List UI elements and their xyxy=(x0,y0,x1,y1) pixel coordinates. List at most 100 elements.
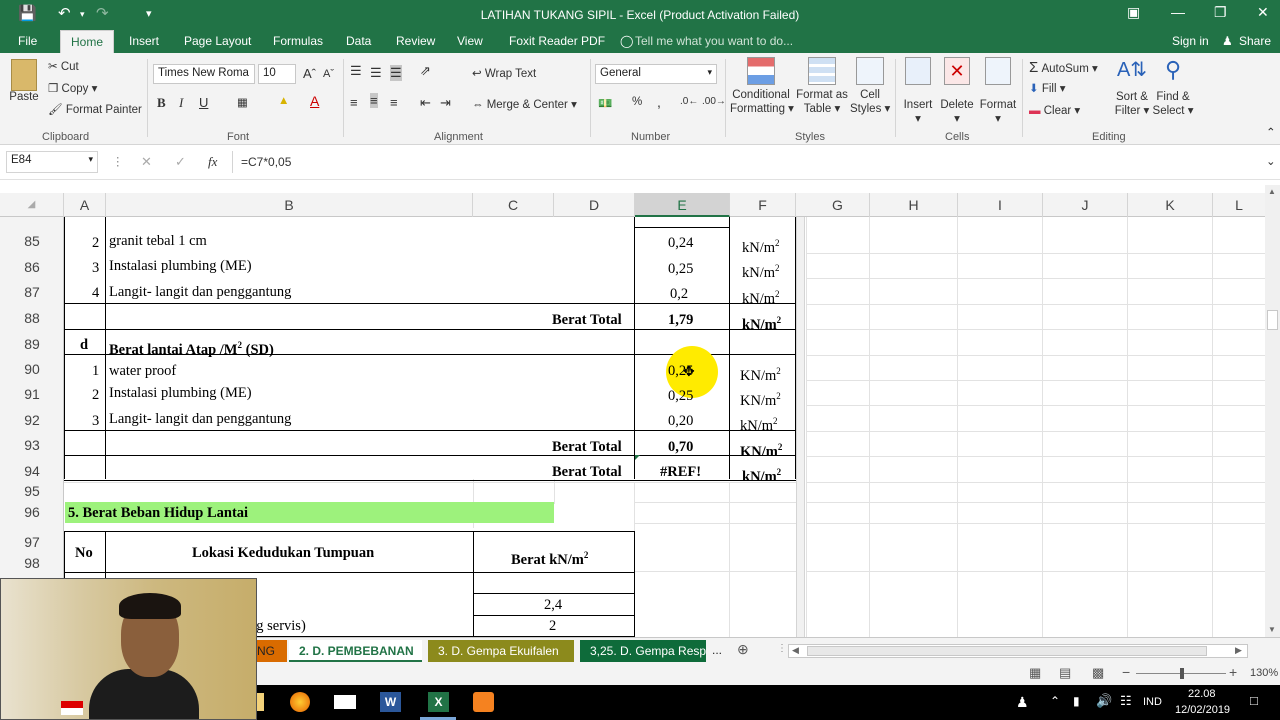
row-header[interactable]: 93 xyxy=(0,437,64,453)
share-button[interactable]: Share xyxy=(1239,34,1271,48)
cell-f91[interactable]: KN/m2 xyxy=(740,387,781,410)
cell-e88[interactable]: 1,79 xyxy=(668,311,693,329)
align-middle-icon[interactable]: ☰ xyxy=(370,65,382,81)
tab-home[interactable]: Home xyxy=(60,30,115,53)
font-name-box[interactable]: Times New Roma xyxy=(153,64,255,84)
cell-b85[interactable]: granit tebal 1 cm xyxy=(109,232,207,250)
row-header[interactable]: 86 xyxy=(0,259,64,275)
insert-cells-button[interactable]: Insert ▾ xyxy=(900,57,936,125)
zoom-slider-thumb[interactable] xyxy=(1180,668,1184,679)
col-header-b[interactable]: B xyxy=(106,193,473,217)
cell-a92[interactable]: 3 xyxy=(92,412,99,430)
cell-e94[interactable]: #REF! xyxy=(660,463,701,481)
row-header[interactable]: 89 xyxy=(0,336,64,352)
cell-d93[interactable]: Berat Total xyxy=(552,438,622,456)
excel-icon[interactable]: X xyxy=(428,692,449,712)
col-header-e[interactable]: E xyxy=(635,193,730,217)
shrink-font-icon[interactable]: Aˇ xyxy=(323,68,334,80)
cell-c100[interactable]: 2 xyxy=(549,617,556,635)
firefox-icon[interactable] xyxy=(290,692,310,712)
people-icon[interactable]: ♟ xyxy=(1016,694,1029,711)
italic-button[interactable]: I xyxy=(179,95,183,111)
align-left-icon[interactable]: ≡ xyxy=(350,95,358,110)
tab-review[interactable]: Review xyxy=(396,34,435,48)
decrease-decimal-icon[interactable]: .00→ xyxy=(702,96,726,107)
notification-icon[interactable]: □ xyxy=(1250,693,1258,708)
decrease-indent-icon[interactable]: ⇤ xyxy=(420,95,431,111)
align-center-icon[interactable]: ≡ xyxy=(370,93,378,108)
col-header-j[interactable]: J xyxy=(1043,193,1128,217)
cell-e91[interactable]: 0,25 xyxy=(668,387,693,405)
clock-date[interactable]: 12/02/2019 xyxy=(1175,704,1230,716)
cut-button[interactable]: ✂ Cut xyxy=(48,59,79,73)
zoom-out-icon[interactable]: − xyxy=(1122,664,1130,680)
normal-view-icon[interactable]: ▦ xyxy=(1029,665,1041,681)
split-bar[interactable] xyxy=(796,217,805,637)
zoom-level[interactable]: 130% xyxy=(1250,667,1278,679)
wrap-text-button[interactable]: ↩ Wrap Text xyxy=(472,66,536,80)
horizontal-scrollbar[interactable]: ◀ ▶ xyxy=(788,644,1248,658)
percent-button[interactable]: % xyxy=(632,96,642,108)
cell-b92[interactable]: Langit- langit dan penggantung xyxy=(109,410,291,428)
table-header-berat[interactable]: Berat kN/m2 xyxy=(511,546,588,569)
cell-f85[interactable]: kN/m2 xyxy=(742,234,780,257)
tab-data[interactable]: Data xyxy=(346,34,371,48)
confirm-entry-icon[interactable]: ✓ xyxy=(175,154,186,170)
grow-font-icon[interactable]: Aˆ xyxy=(303,66,316,81)
increase-decimal-icon[interactable]: .0← xyxy=(680,96,698,107)
cell-e85[interactable]: 0,24 xyxy=(668,234,693,252)
tab-file[interactable]: File xyxy=(18,34,37,48)
mail-icon[interactable] xyxy=(334,695,356,709)
row-header[interactable]: 95 xyxy=(0,483,64,499)
tab-insert[interactable]: Insert xyxy=(129,34,159,48)
restore-icon[interactable]: ❐ xyxy=(1214,4,1227,21)
word-icon[interactable]: W xyxy=(380,692,401,712)
cell-a90[interactable]: 1 xyxy=(92,362,99,380)
tray-chevron-icon[interactable]: ⌃ xyxy=(1050,694,1060,708)
table-header-no[interactable]: No xyxy=(75,544,93,562)
align-top-icon[interactable]: ☰ xyxy=(350,63,362,79)
sign-in-link[interactable]: Sign in xyxy=(1172,34,1209,48)
sheet-tab[interactable]: NG xyxy=(255,640,287,662)
cell-b87[interactable]: Langit- langit dan penggantung xyxy=(109,283,291,301)
language-indicator[interactable]: IND xyxy=(1143,696,1162,708)
network-icon[interactable]: ☷ xyxy=(1120,693,1132,709)
scroll-down-icon[interactable]: ▼ xyxy=(1268,625,1276,634)
cell-b90[interactable]: water proof xyxy=(109,362,176,380)
row-header[interactable]: 92 xyxy=(0,412,64,428)
col-header-k[interactable]: K xyxy=(1128,193,1213,217)
cell-e86[interactable]: 0,25 xyxy=(668,260,693,278)
clock-time[interactable]: 22.08 xyxy=(1188,688,1216,700)
cell-d94[interactable]: Berat Total xyxy=(552,463,622,481)
cell-e93[interactable]: 0,70 xyxy=(668,438,693,456)
orientation-icon[interactable]: ⇗ xyxy=(420,63,431,79)
underline-button[interactable]: U xyxy=(199,95,208,110)
currency-icon[interactable]: 💵 xyxy=(598,96,612,110)
row-header[interactable]: 90 xyxy=(0,361,64,377)
fill-button[interactable]: ⬇ Fill ▾ xyxy=(1029,81,1066,95)
format-cells-button[interactable]: Format ▾ xyxy=(978,57,1018,125)
tab-foxit[interactable]: Foxit Reader PDF xyxy=(509,34,605,48)
cell-f87[interactable]: kN/m2 xyxy=(742,285,780,308)
add-sheet-icon[interactable]: ⊕ xyxy=(737,641,749,658)
cell-a91[interactable]: 2 xyxy=(92,386,99,404)
col-header-l[interactable]: L xyxy=(1213,193,1265,217)
sort-filter-button[interactable]: A⇅ Sort & Filter ▾ xyxy=(1112,57,1152,117)
font-size-box[interactable]: 10 xyxy=(258,64,296,84)
merge-center-button[interactable]: ⇔ Merge & Center ▾ xyxy=(472,97,577,111)
borders-icon[interactable]: ▦ xyxy=(237,95,248,109)
col-header-f[interactable]: F xyxy=(730,193,796,217)
table-header-lokasi[interactable]: Lokasi Kedudukan Tumpuan xyxy=(192,544,374,562)
bold-button[interactable]: B xyxy=(157,95,166,111)
align-right-icon[interactable]: ≡ xyxy=(390,95,398,110)
cell-b100[interactable]: ng servis) xyxy=(249,617,306,635)
row-header[interactable]: 87 xyxy=(0,284,64,300)
ribbon-display-icon[interactable]: ▣ xyxy=(1127,4,1140,21)
zoom-in-icon[interactable]: + xyxy=(1229,664,1237,680)
cell-a86[interactable]: 3 xyxy=(92,259,99,277)
number-format-box[interactable]: General ▾ xyxy=(595,64,717,84)
fill-color-icon[interactable]: ▲ xyxy=(278,95,289,107)
row-header[interactable]: 94 xyxy=(0,463,64,479)
page-break-view-icon[interactable]: ▩ xyxy=(1092,665,1104,681)
name-box[interactable]: E84 ▾ xyxy=(6,151,98,173)
